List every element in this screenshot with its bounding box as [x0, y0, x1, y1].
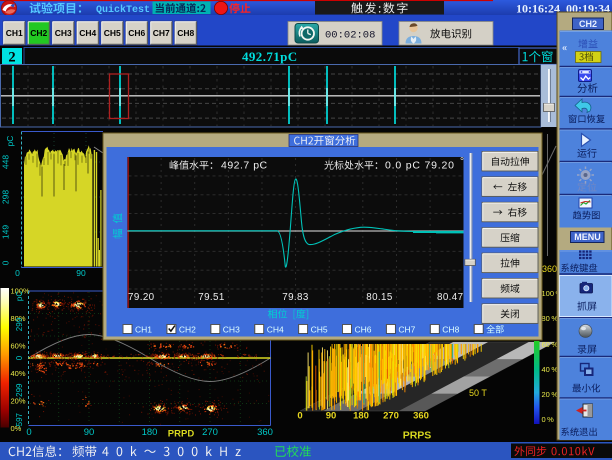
svg-text:0: 0: [26, 427, 31, 438]
svg-text:00:02:08: 00:02:08: [325, 29, 375, 41]
svg-text:QuickTest: QuickTest: [96, 4, 150, 16]
svg-text:180: 180: [142, 427, 158, 438]
svg-text:448: 448: [1, 155, 11, 169]
svg-text:CH1: CH1: [6, 28, 23, 38]
svg-text:79.20: 79.20: [128, 292, 155, 303]
svg-text:360: 360: [257, 427, 273, 438]
svg-text:492.71pC: 492.71pC: [242, 49, 298, 64]
svg-text:CH2: CH2: [179, 325, 196, 335]
svg-text:270: 270: [383, 411, 399, 422]
svg-text:CH6: CH6: [128, 28, 145, 38]
svg-text:0: 0: [15, 268, 20, 278]
svg-text:60 %: 60 %: [542, 340, 559, 349]
svg-text:CH3: CH3: [223, 325, 240, 335]
svg-text:CH5: CH5: [104, 28, 121, 38]
svg-text:CH5: CH5: [311, 325, 328, 335]
svg-text:CH4: CH4: [267, 325, 284, 335]
svg-text:360: 360: [413, 411, 429, 422]
svg-text:CH7: CH7: [153, 28, 170, 38]
svg-text:0: 0: [15, 355, 24, 360]
svg-text:180: 180: [353, 411, 369, 422]
svg-text:0.0 pC 79.20: 0.0 pC 79.20: [385, 160, 455, 172]
svg-text:CH8: CH8: [442, 325, 459, 335]
svg-text:-299: -299: [15, 383, 24, 400]
svg-text:80.15: 80.15: [366, 292, 393, 303]
svg-text:298: 298: [1, 190, 11, 204]
svg-text:CH1: CH1: [135, 325, 152, 335]
svg-text:CH2: CH2: [579, 19, 597, 29]
svg-text:°: °: [460, 157, 464, 168]
svg-text:pC: pC: [15, 291, 24, 301]
svg-text:20 %: 20 %: [542, 390, 559, 399]
svg-text:CH2: CH2: [30, 28, 47, 38]
svg-text:2: 2: [8, 50, 15, 66]
svg-text:0: 0: [297, 411, 302, 422]
svg-text:MENU: MENU: [574, 232, 601, 242]
svg-text:0: 0: [1, 260, 11, 265]
svg-text:79.83: 79.83: [282, 292, 309, 303]
svg-text:79.51: 79.51: [198, 292, 225, 303]
svg-text:CH7: CH7: [398, 325, 415, 335]
svg-text:CH6: CH6: [355, 325, 372, 335]
svg-text:90: 90: [84, 427, 95, 438]
svg-text:CH4: CH4: [79, 28, 96, 38]
svg-text:-597: -597: [15, 412, 24, 429]
svg-text:60%: 60%: [11, 342, 26, 351]
svg-text:90: 90: [326, 411, 337, 422]
svg-text:299: 299: [15, 317, 24, 331]
svg-text:360: 360: [542, 264, 557, 274]
svg-text:pC: pC: [5, 136, 15, 147]
svg-text:80.47: 80.47: [437, 292, 464, 303]
svg-text:90: 90: [76, 268, 86, 278]
svg-text:40 %: 40 %: [542, 365, 559, 374]
svg-text:PRPS: PRPS: [403, 430, 432, 442]
svg-text:0 %: 0 %: [542, 415, 555, 424]
svg-text:40%: 40%: [11, 369, 26, 378]
svg-text:270: 270: [202, 427, 218, 438]
svg-text:80 %: 80 %: [542, 314, 559, 323]
svg-text:492.7 pC: 492.7 pC: [221, 160, 268, 172]
svg-text:PRPD: PRPD: [168, 429, 195, 440]
svg-text:50 T: 50 T: [469, 388, 487, 398]
svg-text:CH3: CH3: [55, 28, 72, 38]
svg-text:149: 149: [1, 225, 11, 239]
svg-text:CH8: CH8: [177, 28, 194, 38]
